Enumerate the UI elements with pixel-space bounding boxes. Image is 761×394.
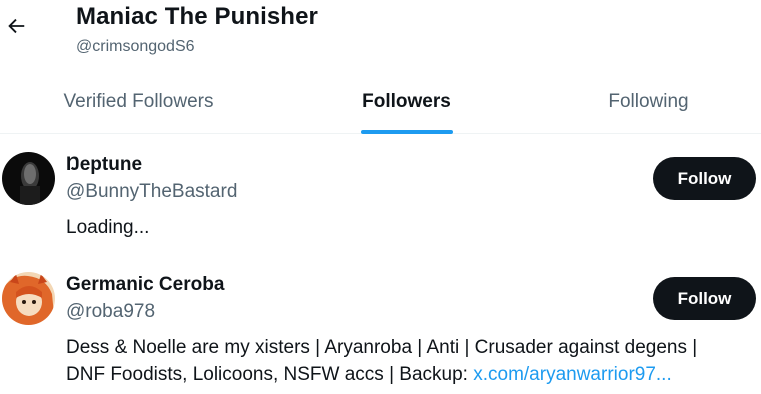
tab-followers[interactable]: Followers (277, 70, 536, 134)
tab-following[interactable]: Following (536, 70, 761, 134)
bio-backup-link[interactable]: x.com/aryanwarrior97... (473, 364, 672, 385)
follow-button[interactable]: Follow (653, 277, 756, 320)
active-tab-indicator (360, 130, 453, 134)
tab-label: Verified Followers (63, 91, 214, 112)
tab-verified-followers[interactable]: Verified Followers (0, 70, 277, 134)
avatar[interactable] (2, 272, 55, 325)
tab-label: Following (608, 91, 689, 112)
back-button[interactable] (0, 10, 32, 46)
arrow-left-icon (5, 15, 27, 42)
profile-header: Maniac The Punisher @crimsongodS6 (0, 0, 761, 70)
user-display-name[interactable]: Ŋeptune (66, 154, 142, 176)
user-display-name[interactable]: Germanic Ceroba (66, 274, 224, 296)
profile-handle: @crimsongodS6 (76, 38, 195, 55)
list-item[interactable]: Germanic Ceroba @roba978 Dess & Noelle a… (0, 255, 761, 394)
page-title: Maniac The Punisher (76, 3, 318, 30)
user-bio: Dess & Noelle are my xisters | Aryanroba… (66, 334, 756, 388)
tab-bar: Verified Followers Followers Following (0, 70, 761, 134)
bio-text: DNF Foodists, Lolicoons, NSFW accs | Bac… (66, 364, 474, 385)
bio-line: DNF Foodists, Lolicoons, NSFW accs | Bac… (66, 361, 756, 388)
user-handle: @roba978 (66, 301, 156, 322)
tab-label: Followers (362, 91, 451, 112)
user-bio: Loading... (66, 217, 150, 238)
user-handle: @BunnyTheBastard (66, 181, 238, 202)
avatar[interactable] (2, 152, 55, 205)
follow-button[interactable]: Follow (653, 157, 756, 200)
bio-line: Dess & Noelle are my xisters | Aryanroba… (66, 337, 698, 358)
list-item[interactable]: Ŋeptune @BunnyTheBastard Loading... Foll… (0, 135, 761, 253)
